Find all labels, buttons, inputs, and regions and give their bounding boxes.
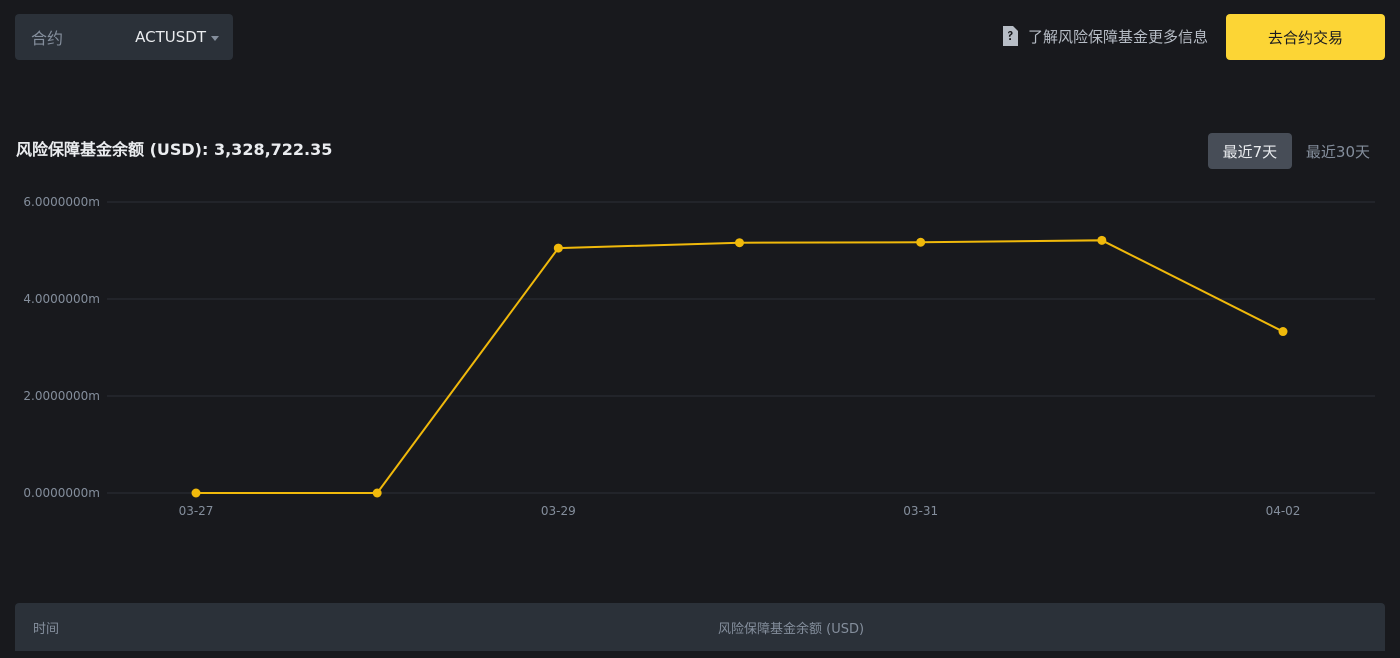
data-point: [553, 243, 563, 253]
data-point: [191, 488, 201, 498]
table-header: 时间 风险保障基金余额 (USD): [15, 603, 1385, 651]
range-tabs: 最近7天 最近30天: [1207, 133, 1378, 169]
caret-down-icon: [211, 35, 219, 41]
question-document-icon: [1002, 26, 1018, 46]
table-header-balance: 风险保障基金余额 (USD): [718, 621, 865, 637]
tab-30-days[interactable]: 最近30天: [1298, 133, 1378, 169]
x-tick-label: 03-27: [179, 504, 214, 518]
tab-7-days[interactable]: 最近7天: [1207, 133, 1292, 169]
risk-fund-page: 合约 ACTUSDT 了解风险保障基金更多信息 去合约交易 风险保障基金余额 (…: [0, 0, 1400, 658]
y-tick-label: 4.0000000m: [23, 292, 100, 306]
table-header-time: 时间: [33, 621, 60, 637]
x-tick-label: 03-31: [903, 504, 938, 518]
fund-info-link-text: 了解风险保障基金更多信息: [1027, 27, 1208, 46]
y-tick-label: 6.0000000m: [23, 195, 100, 209]
data-point: [735, 238, 744, 248]
fund-info-link[interactable]: 了解风险保障基金更多信息: [1000, 24, 1208, 48]
balance-title: 风险保障基金余额 (USD): 3,328,722.35: [16, 136, 332, 160]
fund-balance-chart: 0.0000000m 2.0000000m 4.0000000m 6.0000000m…: [23, 195, 1375, 518]
y-tick-label: 2.0000000m: [23, 389, 100, 403]
data-point: [916, 237, 926, 247]
data-point: [372, 488, 382, 498]
balance-value: 3,328,722.35: [213, 140, 333, 159]
data-point: [1278, 327, 1288, 337]
data-point: [1097, 235, 1107, 245]
contract-selector-value: ACTUSDT: [135, 28, 206, 46]
balance-label: 风险保障基金余额 (USD):: [16, 140, 214, 159]
contract-selector[interactable]: 合约 ACTUSDT: [15, 14, 233, 60]
contract-selector-label: 合约: [31, 29, 64, 48]
x-tick-label: 04-02: [1266, 504, 1301, 518]
go-trade-button[interactable]: 去合约交易: [1226, 14, 1385, 60]
series-line: [196, 239, 1284, 494]
y-tick-label: 0.0000000m: [23, 486, 100, 500]
x-tick-label: 03-29: [541, 504, 576, 518]
